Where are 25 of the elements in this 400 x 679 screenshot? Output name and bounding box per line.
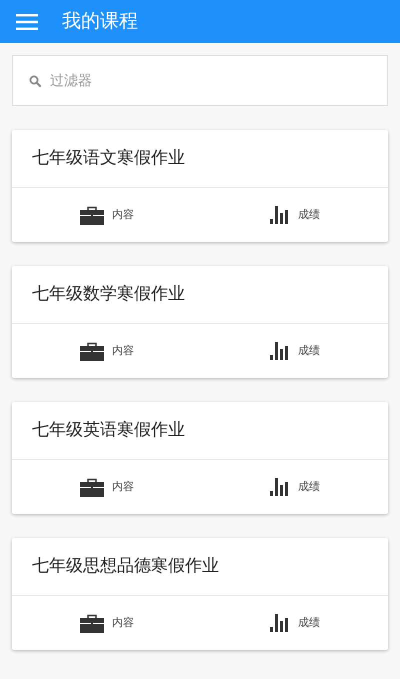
grades-button[interactable]: 成绩 — [264, 474, 326, 500]
bar-chart-icon — [270, 614, 290, 632]
course-title[interactable]: 七年级数学寒假作业 — [32, 282, 185, 308]
briefcase-icon — [80, 342, 104, 360]
course-title[interactable]: 七年级英语寒假作业 — [32, 418, 185, 444]
briefcase-icon — [80, 478, 104, 496]
search-icon — [29, 75, 41, 87]
content-button[interactable]: 内容 — [74, 202, 140, 228]
app-title: 我的课程 — [62, 9, 138, 34]
bar-chart-icon — [270, 206, 290, 224]
content-button[interactable]: 内容 — [74, 610, 140, 636]
bar-chart-icon — [270, 478, 290, 496]
course-title[interactable]: 七年级语文寒假作业 — [32, 146, 185, 172]
briefcase-icon — [80, 206, 104, 224]
menu-icon — [16, 14, 38, 30]
grades-button[interactable]: 成绩 — [264, 338, 326, 364]
bar-chart-icon — [270, 342, 290, 360]
grades-button[interactable]: 成绩 — [264, 202, 326, 228]
content-button[interactable]: 内容 — [74, 474, 140, 500]
course-title[interactable]: 七年级思想品德寒假作业 — [32, 554, 219, 580]
menu-button[interactable] — [16, 14, 38, 30]
grades-button[interactable]: 成绩 — [264, 610, 326, 636]
filter-field[interactable]: 过滤器 — [12, 55, 388, 106]
content-button[interactable]: 内容 — [74, 338, 140, 364]
briefcase-icon — [80, 614, 104, 632]
